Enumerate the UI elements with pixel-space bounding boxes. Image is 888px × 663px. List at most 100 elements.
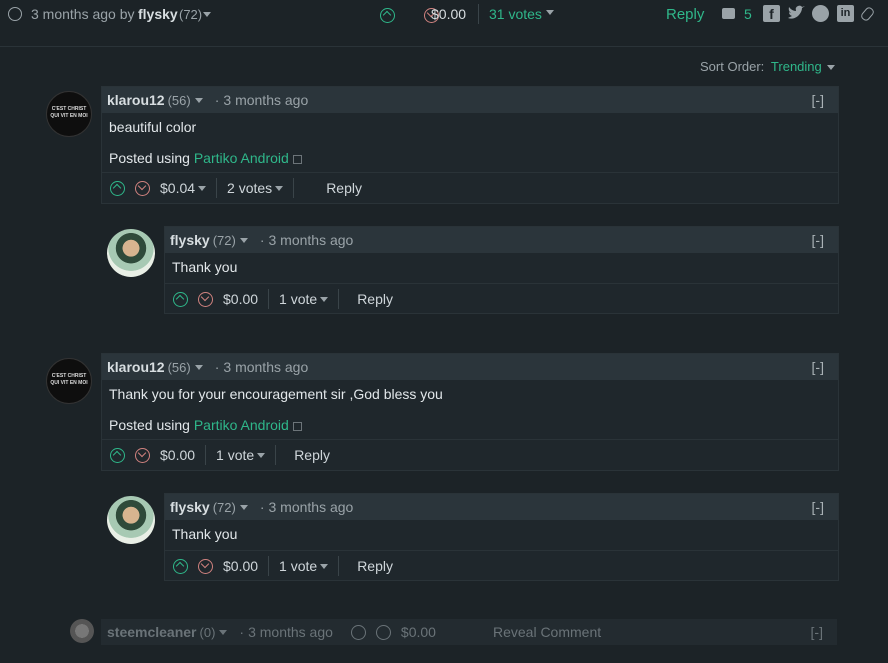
comment-author-rep: (72): [212, 499, 236, 515]
reply-button[interactable]: Reply: [357, 558, 393, 574]
divider: [205, 445, 207, 465]
downvote-icon[interactable]: [135, 447, 150, 463]
downvote-icon[interactable]: [198, 558, 213, 574]
avatar-text-line: C'EST CHRIST: [51, 373, 87, 379]
avatar[interactable]: C'EST CHRIST QUI VIT EN MOI: [46, 358, 92, 404]
comment-time[interactable]: 3 months ago: [269, 232, 354, 248]
comment-header: klarou12 (56) · 3 months ago [-]: [102, 354, 838, 380]
facebook-icon[interactable]: f: [763, 5, 780, 22]
comment: flysky (72) · 3 months ago [-] Thank you…: [164, 493, 839, 581]
author-dropdown-icon[interactable]: [194, 364, 203, 370]
divider: [275, 445, 277, 465]
collapse-toggle[interactable]: [-]: [812, 232, 824, 248]
comment-footer: $0.00 1 vote Reply: [165, 550, 838, 581]
comment-author[interactable]: flysky: [170, 232, 210, 248]
sort-value[interactable]: Trending: [771, 59, 822, 74]
comment-count[interactable]: 5: [744, 6, 752, 22]
comment: flysky (72) · 3 months ago [-] Thank you…: [164, 226, 839, 314]
link-icon[interactable]: [859, 5, 876, 23]
post-reply-link[interactable]: Reply: [666, 6, 704, 23]
comment-votes[interactable]: 1 vote: [216, 447, 254, 463]
comment-payout[interactable]: $0.00: [401, 624, 436, 640]
comment-body: Thank you: [172, 259, 238, 275]
twitter-icon[interactable]: [787, 5, 805, 21]
comment-votes[interactable]: 2 votes: [227, 180, 272, 196]
comment-votes[interactable]: 1 vote: [279, 291, 317, 307]
upvote-icon[interactable]: [173, 291, 188, 307]
comment-body: Thank you: [172, 526, 238, 542]
votes-dropdown-icon[interactable]: [320, 296, 329, 302]
downvote-icon[interactable]: [198, 291, 213, 307]
comment-time[interactable]: 3 months ago: [223, 92, 308, 108]
comment-header: flysky (72) · 3 months ago [-]: [165, 494, 838, 520]
comment-votes[interactable]: 1 vote: [279, 558, 317, 574]
downvote-icon[interactable]: [135, 180, 150, 196]
posted-using-text: Posted using: [109, 150, 190, 166]
upvote-icon[interactable]: [173, 558, 188, 574]
external-link-icon: [292, 154, 302, 164]
comment-author[interactable]: klarou12: [107, 92, 165, 108]
author-dropdown-icon[interactable]: [203, 12, 211, 17]
comment-payout[interactable]: $0.00: [223, 291, 258, 307]
comment-author-rep: (0): [199, 624, 216, 640]
post-payout[interactable]: $0.00: [431, 6, 466, 22]
comments-icon[interactable]: [722, 8, 735, 19]
comment-author[interactable]: klarou12: [107, 359, 165, 375]
votes-dropdown-icon[interactable]: [320, 563, 329, 569]
reddit-icon[interactable]: [812, 5, 829, 22]
votes-dropdown-icon[interactable]: [275, 185, 284, 191]
comment-author[interactable]: flysky: [170, 499, 210, 515]
avatar[interactable]: [107, 496, 155, 544]
reply-button[interactable]: Reply: [326, 180, 362, 196]
author-dropdown-icon[interactable]: [194, 97, 203, 103]
clock-icon: [8, 7, 22, 21]
comment-time[interactable]: 3 months ago: [248, 624, 333, 640]
upvote-icon[interactable]: [110, 180, 125, 196]
downvote-icon[interactable]: [375, 624, 391, 640]
partiko-link[interactable]: Partiko Android: [194, 417, 289, 433]
upvote-icon[interactable]: [350, 624, 366, 640]
avatar-text-line: QUI VIT EN MOI: [50, 380, 88, 386]
divider: [0, 46, 888, 47]
upvote-icon[interactable]: [380, 8, 395, 24]
author-dropdown-icon[interactable]: [219, 629, 228, 635]
post-time: 3 months ago by: [31, 6, 135, 22]
comment-time[interactable]: 3 months ago: [269, 499, 354, 515]
avatar[interactable]: [70, 619, 94, 643]
comment-header: flysky (72) · 3 months ago [-]: [165, 227, 838, 253]
comment-payout[interactable]: $0.00: [160, 447, 195, 463]
linkedin-icon[interactable]: in: [837, 5, 854, 22]
comment-payout[interactable]: $0.04: [160, 180, 195, 196]
divider: [268, 556, 270, 576]
avatar[interactable]: [107, 229, 155, 277]
upvote-icon[interactable]: [110, 447, 125, 463]
divider: [478, 4, 479, 24]
divider: [268, 289, 270, 309]
divider: [338, 556, 340, 576]
votes-dropdown-icon[interactable]: [257, 452, 266, 458]
reply-button[interactable]: Reply: [294, 447, 330, 463]
avatar-text-line: C'EST CHRIST: [51, 106, 87, 112]
votes-dropdown-icon[interactable]: [546, 10, 554, 15]
avatar[interactable]: C'EST CHRIST QUI VIT EN MOI: [46, 91, 92, 137]
author-dropdown-icon[interactable]: [239, 237, 248, 243]
comment-author-rep: (72): [212, 232, 236, 248]
reveal-comment-button[interactable]: Reveal Comment: [493, 624, 601, 640]
comment-payout[interactable]: $0.00: [223, 558, 258, 574]
collapse-toggle[interactable]: [-]: [812, 359, 824, 375]
comment-footer: $0.00 1 vote Reply: [102, 439, 838, 470]
payout-dropdown-icon[interactable]: [198, 185, 207, 191]
author-dropdown-icon[interactable]: [239, 504, 248, 510]
comment-time[interactable]: 3 months ago: [223, 359, 308, 375]
collapse-toggle[interactable]: [-]: [812, 499, 824, 515]
comment-body: beautiful color: [109, 119, 197, 135]
reply-button[interactable]: Reply: [357, 291, 393, 307]
comment-author[interactable]: steemcleaner: [107, 624, 197, 640]
collapse-toggle[interactable]: [-]: [812, 92, 824, 108]
sort-dropdown-icon[interactable]: [827, 65, 836, 71]
divider: [293, 178, 295, 198]
partiko-link[interactable]: Partiko Android: [194, 150, 289, 166]
collapse-toggle[interactable]: [-]: [811, 624, 823, 640]
post-author[interactable]: flysky: [138, 6, 178, 22]
post-votes[interactable]: 31 votes: [489, 6, 542, 22]
